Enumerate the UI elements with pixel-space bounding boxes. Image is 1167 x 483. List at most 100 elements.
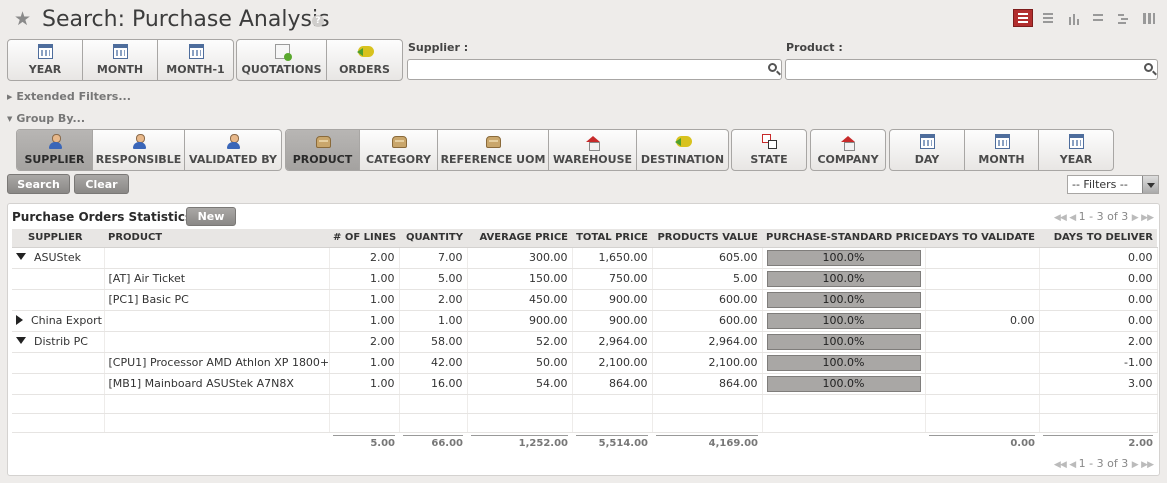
supplier-cell[interactable]: ASUStek: [12, 247, 105, 269]
supplier-name: ASUStek: [34, 251, 81, 264]
total-value: 4,169.00: [656, 435, 758, 449]
pager-bottom: ◀◀ ◀ 1 - 3 of 3 ▶ ▶▶: [1054, 457, 1154, 470]
supplier-cell[interactable]: China Export: [12, 310, 105, 332]
clear-button[interactable]: Clear: [74, 174, 129, 194]
form-view-button[interactable]: [1038, 9, 1058, 27]
new-button[interactable]: New: [186, 207, 236, 226]
average-price-cell: 900.00: [467, 310, 573, 332]
groupby-validated-by-button[interactable]: VALIDATED BY: [185, 130, 281, 170]
days-to-validate-cell: [925, 268, 1040, 290]
product-input[interactable]: [786, 62, 1157, 81]
groupby-people-group: SUPPLIER RESPONSIBLE VALIDATED BY: [16, 129, 282, 171]
table-row[interactable]: [MB1] Mainboard ASUStek A7N8X 1.00 16.00 54…: [12, 373, 1158, 395]
products-value-cell: 600.00: [652, 289, 763, 311]
groupby-company-button[interactable]: COMPANY: [811, 130, 885, 170]
groupby-category-button[interactable]: CATEGORY: [360, 130, 438, 170]
kanban-view-button[interactable]: [1138, 9, 1158, 27]
search-button[interactable]: Search: [7, 174, 70, 194]
groupby-warehouse-button[interactable]: WAREHOUSE: [549, 130, 637, 170]
purchase-standard-price-cell: 100.0%: [762, 331, 926, 353]
prev-page-icon[interactable]: ◀: [1069, 213, 1076, 223]
table-row[interactable]: [PC1] Basic PC 1.00 2.00 450.00 900.00 600.00…: [12, 289, 1158, 311]
filter-quotations-button[interactable]: QUOTATIONS: [237, 40, 327, 80]
expanded-caret-icon[interactable]: [16, 337, 26, 344]
group-row[interactable]: Distrib PC 2.00 58.00 52.00 2,964.00 2,964.00…: [12, 331, 1158, 353]
total-price-cell: 1,650.00: [572, 247, 653, 269]
groupby-year-button[interactable]: YEAR: [1039, 130, 1113, 170]
empty-cell: [572, 394, 653, 414]
prev-page-icon[interactable]: ◀: [1069, 460, 1076, 470]
filters-dropdown[interactable]: -- Filters --: [1067, 175, 1159, 194]
average-price-cell: 300.00: [467, 247, 573, 269]
purchase-standard-price-cell: 100.0%: [762, 289, 926, 311]
groupby-responsible-button[interactable]: RESPONSIBLE: [93, 130, 185, 170]
groupby-state-button[interactable]: STATE: [732, 130, 806, 170]
groupby-reference-uom-button[interactable]: REFERENCE UOM: [438, 130, 549, 170]
last-page-icon[interactable]: ▶▶: [1141, 460, 1154, 470]
filter-month-1-button[interactable]: MONTH-1: [158, 40, 233, 80]
collapsed-caret-icon[interactable]: [16, 315, 23, 325]
extended-filters-toggle[interactable]: ▶ Extended Filters...: [7, 90, 131, 103]
filter-year-button[interactable]: YEAR: [8, 40, 83, 80]
supplier-name: Distrib PC: [34, 335, 88, 348]
search-icon[interactable]: [1144, 63, 1153, 72]
table-row[interactable]: [CPU1] Processor AMD Athlon XP 1800+ 1.00…: [12, 352, 1158, 374]
first-page-icon[interactable]: ◀◀: [1054, 213, 1067, 223]
column-header[interactable]: PRODUCTS VALUE: [652, 229, 762, 248]
empty-cell: [329, 413, 400, 433]
total-avg-cell: 1,252.00: [467, 432, 572, 452]
next-page-icon[interactable]: ▶: [1132, 213, 1139, 223]
gantt-view-button[interactable]: [1113, 9, 1133, 27]
total-validate-cell: 0.00: [925, 432, 1039, 452]
group-row[interactable]: ASUStek 2.00 7.00 300.00 1,650.00 605.00 100.0…: [12, 247, 1158, 269]
filter-month-button[interactable]: MONTH: [83, 40, 158, 80]
groupby-product-button[interactable]: PRODUCT: [286, 130, 360, 170]
supplier-cell: [12, 268, 105, 290]
graph-view-button[interactable]: [1063, 9, 1083, 27]
statistics-table: SUPPLIER PRODUCT # OF LINES QUANTITY AVE…: [12, 229, 1158, 452]
groupby-supplier-button[interactable]: SUPPLIER: [17, 130, 93, 170]
column-header[interactable]: AVERAGE PRICE: [467, 229, 572, 248]
groupby-destination-button[interactable]: DESTINATION: [637, 130, 728, 170]
supplier-cell[interactable]: Distrib PC: [12, 331, 105, 353]
first-page-icon[interactable]: ◀◀: [1054, 460, 1067, 470]
column-header[interactable]: QUANTITY: [399, 229, 467, 248]
groupby-day-button[interactable]: DAY: [890, 130, 965, 170]
column-header[interactable]: DAYS TO VALIDATE: [925, 229, 1039, 248]
favorite-star-icon[interactable]: ★: [14, 9, 34, 29]
supplier-input[interactable]: [408, 62, 781, 81]
total-price-cell: 750.00: [572, 268, 653, 290]
empty-cell: [467, 413, 573, 433]
supplier-cell: [12, 352, 105, 374]
filter-orders-button[interactable]: ORDERS: [327, 40, 402, 80]
table-row[interactable]: [AT] Air Ticket 1.00 5.00 150.00 750.00 5.00 1…: [12, 268, 1158, 290]
list-view-button[interactable]: [1013, 9, 1033, 27]
help-icon[interactable]: ?: [312, 15, 324, 27]
groupby-month-button[interactable]: MONTH: [965, 130, 1039, 170]
next-page-icon[interactable]: ▶: [1132, 460, 1139, 470]
total-value: 1,252.00: [471, 435, 568, 449]
column-header[interactable]: TOTAL PRICE: [572, 229, 652, 248]
column-header[interactable]: # OF LINES: [329, 229, 399, 248]
supplier-field[interactable]: [407, 59, 782, 81]
column-header[interactable]: SUPPLIER: [12, 229, 104, 248]
last-page-icon[interactable]: ▶▶: [1141, 213, 1154, 223]
column-header[interactable]: PURCHASE-STANDARD PRICE: [762, 229, 929, 248]
group-row[interactable]: China Export 1.00 1.00 900.00 900.00 600.00 10…: [12, 310, 1158, 332]
column-header[interactable]: PRODUCT: [104, 229, 329, 248]
expanded-caret-icon[interactable]: [16, 253, 26, 260]
group-by-toggle[interactable]: ▼ Group By...: [7, 112, 85, 125]
chevron-down-icon[interactable]: [1142, 176, 1158, 193]
purchase-standard-price-cell: 100.0%: [762, 310, 926, 332]
product-field[interactable]: [785, 59, 1158, 81]
empty-cell: [572, 413, 653, 433]
search-icon[interactable]: [768, 63, 777, 72]
empty-cell: [652, 413, 763, 433]
average-price-cell: 52.00: [467, 331, 573, 353]
calendar-view-button[interactable]: [1088, 9, 1108, 27]
purchase-standard-price-cell: 100.0%: [762, 352, 926, 374]
days-to-validate-cell: [925, 289, 1040, 311]
progress-bar: 100.0%: [766, 249, 921, 266]
total-value: 5,514.00: [576, 435, 648, 449]
column-header[interactable]: DAYS TO DELIVER: [1039, 229, 1157, 248]
